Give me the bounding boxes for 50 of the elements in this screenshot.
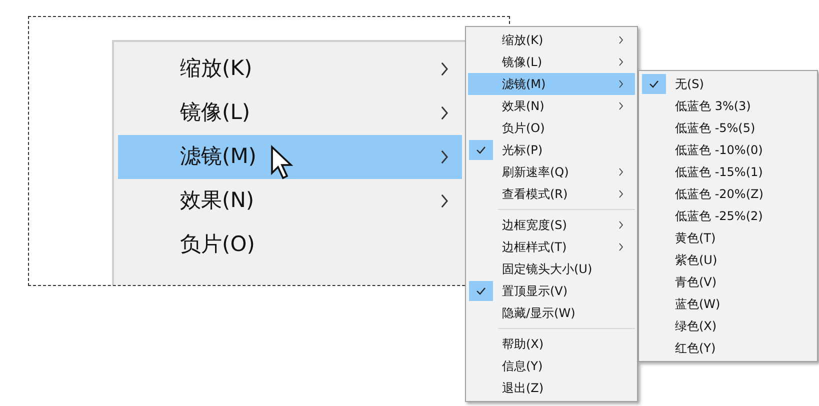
menu-item[interactable]: 效果(N) xyxy=(118,179,462,223)
chevron-icon xyxy=(619,102,623,110)
cursor-icon xyxy=(270,145,294,181)
menu-item[interactable]: 信息(Y) xyxy=(468,355,635,377)
checkmark-icon xyxy=(649,80,659,88)
menu-item[interactable]: 滤镜(M) xyxy=(118,135,462,179)
menu-item[interactable]: 固定镜头大小(U) xyxy=(468,258,635,280)
menu-item[interactable]: 红色(Y) xyxy=(641,337,815,359)
menu-item[interactable]: 青色(V) xyxy=(641,271,815,293)
chevron-icon xyxy=(619,243,623,251)
chevron-icon xyxy=(441,106,448,120)
menu-item[interactable]: 黄色(T) xyxy=(641,227,815,249)
chevron-icon xyxy=(619,36,623,44)
menu-item[interactable]: 负片(O) xyxy=(468,117,635,139)
chevron-icon xyxy=(441,62,448,76)
menu-item[interactable]: 低蓝色 3%(3) xyxy=(641,95,815,117)
menu-item[interactable]: 蓝色(W) xyxy=(641,293,815,315)
checkmark-icon xyxy=(476,146,486,154)
chevron-icon xyxy=(441,150,448,164)
menu-item[interactable]: 负片(O) xyxy=(118,223,462,267)
chevron-icon xyxy=(619,80,623,88)
menu-item[interactable]: 无(S) xyxy=(641,73,815,95)
menu-item[interactable]: 隐藏/显示(W) xyxy=(468,302,635,324)
menu-item[interactable]: 缩放(K) xyxy=(118,47,462,91)
menu-item[interactable]: 光标(P) xyxy=(468,139,635,161)
menu-item[interactable]: 置顶显示(V) xyxy=(468,280,635,302)
menu-item[interactable]: 绿色(X) xyxy=(641,315,815,337)
checkmark-icon xyxy=(476,287,486,295)
chevron-icon xyxy=(619,190,623,198)
menu-item[interactable]: 边框样式(T) xyxy=(468,236,635,258)
menu-item[interactable]: 刷新速率(Q) xyxy=(468,161,635,183)
menu-item[interactable]: 低蓝色 -5%(5) xyxy=(641,117,815,139)
chevron-icon xyxy=(619,58,623,66)
menu-item[interactable]: 低蓝色 -20%(Z) xyxy=(641,183,815,205)
menu-item[interactable]: 帮助(X) xyxy=(468,333,635,355)
menu-item[interactable]: 镜像(L) xyxy=(118,91,462,135)
menu-item[interactable]: 效果(N) xyxy=(468,95,635,117)
menu-item[interactable]: 低蓝色 -15%(1) xyxy=(641,161,815,183)
chevron-icon xyxy=(441,194,448,208)
menu-item[interactable]: 退出(Z) xyxy=(468,377,635,399)
menu-item[interactable]: 边框宽度(S) xyxy=(468,214,635,236)
menu-item[interactable]: 紫色(U) xyxy=(641,249,815,271)
chevron-icon xyxy=(619,221,623,229)
menu-item[interactable]: 查看模式(R) xyxy=(468,183,635,205)
menu-item[interactable]: 滤镜(M) xyxy=(468,73,635,95)
menu-item[interactable]: 低蓝色 -25%(2) xyxy=(641,205,815,227)
menu-item[interactable]: 缩放(K) xyxy=(468,29,635,51)
menu-item[interactable]: 镜像(L) xyxy=(468,51,635,73)
chevron-icon xyxy=(619,168,623,176)
menu-item[interactable]: 低蓝色 -10%(0) xyxy=(641,139,815,161)
